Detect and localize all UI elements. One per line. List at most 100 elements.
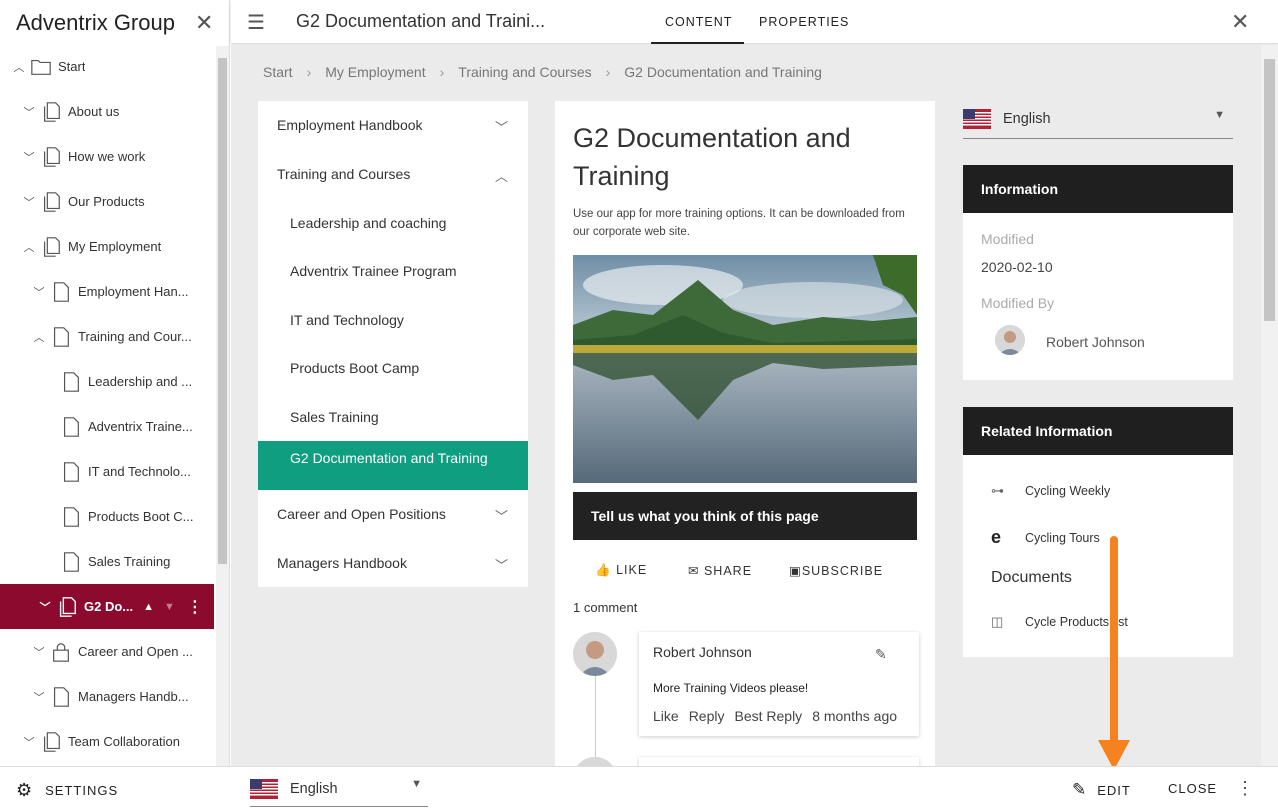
thumbs-up-icon: 👍 — [595, 563, 612, 577]
edit-button[interactable]: ✎ EDIT — [1072, 780, 1131, 800]
us-flag-icon — [963, 109, 991, 129]
nav-subitem[interactable]: Leadership and coaching — [290, 215, 446, 231]
more-vertical-icon[interactable]: ⋮ — [187, 597, 203, 617]
page-icon — [63, 371, 79, 392]
tree-item-trainee[interactable]: Adventrix Traine... — [0, 404, 214, 449]
scrollbar-thumb[interactable] — [218, 58, 227, 564]
chevron-right-icon: › — [439, 64, 445, 80]
tree-item-training-and-courses[interactable]: ︿ Training and Cour... — [0, 314, 214, 359]
chevron-down-icon[interactable]: ﹀ — [22, 194, 36, 210]
tab-properties[interactable]: PROPERTIES — [759, 15, 849, 29]
comment-best-reply-link[interactable]: Best Reply — [734, 708, 802, 724]
close-icon[interactable]: ✕ — [1231, 9, 1249, 35]
main-scrollbar[interactable] — [1261, 45, 1278, 766]
tree-item-g2-documentation[interactable]: ﹀ G2 Do... ▲ ▼ ⋮ — [0, 584, 214, 629]
comment-reply-link[interactable]: Reply — [689, 708, 725, 724]
chevron-down-icon[interactable]: ﹀ — [38, 599, 52, 615]
content-title: G2 Documentation and Training — [573, 123, 851, 191]
chevron-up-icon[interactable]: ︿ — [12, 59, 26, 75]
tree-item-how-we-work[interactable]: ﹀ How we work — [0, 134, 214, 179]
chevron-down-icon[interactable]: ﹀ — [32, 644, 46, 660]
page-icon — [53, 326, 69, 347]
breadcrumb-item[interactable]: Training and Courses — [458, 64, 591, 80]
tree-item-my-employment[interactable]: ︿ My Employment — [0, 224, 214, 269]
pencil-icon[interactable]: ✎ — [875, 646, 887, 663]
nav-subitem[interactable]: Adventrix Trainee Program — [290, 263, 457, 279]
more-vertical-icon[interactable]: ⋮ — [1236, 778, 1254, 799]
like-button[interactable]: 👍 LIKE — [595, 563, 647, 578]
chevron-right-icon: › — [605, 64, 611, 80]
tree-item-boot-camp[interactable]: Products Boot C... — [0, 494, 214, 539]
chevron-down-icon[interactable]: ﹀ — [22, 104, 36, 120]
chevron-down-icon[interactable]: ﹀ — [495, 555, 508, 574]
tree-item-our-products[interactable]: ﹀ Our Products — [0, 179, 214, 224]
scrollbar-thumb[interactable] — [1264, 59, 1275, 321]
subscribe-button[interactable]: ▣SUBSCRIBE — [789, 563, 883, 578]
comment: Robert Johnson ✎ More Training Videos pl… — [639, 632, 919, 736]
nav-item-training-and-courses[interactable]: Training and Courses ︿ — [258, 166, 528, 185]
tree-item-team-collaboration[interactable]: ﹀ Team Collaboration — [0, 719, 214, 764]
nav-subitem[interactable]: Sales Training — [290, 409, 379, 425]
tree-item-employment-handbook[interactable]: ﹀ Employment Han... — [0, 269, 214, 314]
chevron-up-icon[interactable]: ︿ — [495, 166, 508, 185]
chevron-down-icon[interactable]: ﹀ — [22, 734, 36, 750]
edge-icon: e — [991, 527, 1002, 547]
chevron-up-icon[interactable]: ︿ — [32, 329, 46, 345]
pencil-icon: ✎ — [1072, 780, 1088, 799]
tree-scrollbar[interactable] — [216, 46, 229, 766]
nav-subitem[interactable]: IT and Technology — [290, 312, 404, 328]
mail-icon: ✉ — [688, 564, 700, 578]
settings-button[interactable]: ⚙ SETTINGS — [16, 780, 118, 801]
us-flag-icon — [250, 779, 278, 799]
related-document[interactable]: ◫ Cycle Products list — [991, 614, 1128, 630]
edit-label: EDIT — [1097, 782, 1131, 798]
page-icon — [63, 551, 79, 572]
modified-value: 2020-02-10 — [981, 259, 1053, 275]
tree-item-start[interactable]: ︿ Start — [0, 44, 214, 89]
chevron-down-icon[interactable]: ﹀ — [32, 284, 46, 300]
tree-item-leadership[interactable]: Leadership and ... — [0, 359, 214, 404]
move-down-icon[interactable]: ▼ — [164, 601, 175, 613]
language-label: English — [290, 781, 338, 797]
tree-item-managers[interactable]: ﹀ Managers Handb... — [0, 674, 214, 719]
breadcrumb-item[interactable]: Start — [263, 64, 293, 80]
tab-content[interactable]: CONTENT — [665, 15, 732, 29]
nav-item-career[interactable]: Career and Open Positions ﹀ — [258, 506, 528, 525]
chevron-up-icon[interactable]: ︿ — [22, 239, 36, 255]
tree-item-career[interactable]: ﹀ Career and Open ... — [0, 629, 214, 674]
share-button[interactable]: ✉ SHARE — [688, 563, 752, 578]
hamburger-menu-icon[interactable]: ☰ — [247, 10, 265, 35]
breadcrumb-item[interactable]: G2 Documentation and Training — [624, 64, 822, 80]
modified-by-label: Modified By — [981, 295, 1055, 311]
chevron-down-icon[interactable]: ﹀ — [495, 506, 508, 525]
nav-item-managers[interactable]: Managers Handbook ﹀ — [258, 555, 528, 574]
move-up-icon[interactable]: ▲ — [143, 601, 154, 613]
link-icon: ⊶ — [991, 483, 1004, 498]
language-select[interactable]: English ▼ — [250, 775, 428, 807]
tree-item-about-us[interactable]: ﹀ About us — [0, 89, 214, 134]
tree-close-icon[interactable]: ✕ — [195, 10, 213, 36]
documents-heading: Documents — [991, 569, 1072, 586]
tree-item-label: Our Products — [68, 194, 145, 209]
comment-like-link[interactable]: Like — [653, 708, 679, 724]
navigation-tree: Adventrix Group ✕ ︿ Start ﹀ About us ﹀ H… — [0, 0, 230, 766]
related-link[interactable]: ⊶ Cycling Weekly — [991, 483, 1110, 499]
language-select[interactable]: English ▼ — [963, 103, 1233, 139]
breadcrumb-item[interactable]: My Employment — [325, 64, 425, 80]
nav-item-active[interactable]: G2 Documentation and Training — [258, 441, 528, 490]
page-icon — [63, 461, 79, 482]
chevron-down-icon[interactable]: ﹀ — [22, 149, 36, 165]
pages-icon — [59, 596, 76, 617]
close-button[interactable]: CLOSE — [1168, 781, 1217, 796]
tree-item-it[interactable]: IT and Technolo... — [0, 449, 214, 494]
chevron-down-icon[interactable]: ﹀ — [32, 689, 46, 705]
pages-icon — [43, 101, 60, 122]
related-link[interactable]: e Cycling Tours — [991, 527, 1100, 548]
comment-count: 1 comment — [573, 600, 638, 615]
tree-item-sales-training[interactable]: Sales Training — [0, 539, 214, 584]
nav-subitem[interactable]: Products Boot Camp — [290, 360, 419, 376]
modified-by-value[interactable]: Robert Johnson — [1046, 334, 1145, 350]
nav-item-employment-handbook[interactable]: Employment Handbook ﹀ — [258, 117, 528, 136]
chevron-down-icon[interactable]: ﹀ — [495, 117, 508, 136]
feedback-bar[interactable]: Tell us what you think of this page — [573, 492, 917, 540]
